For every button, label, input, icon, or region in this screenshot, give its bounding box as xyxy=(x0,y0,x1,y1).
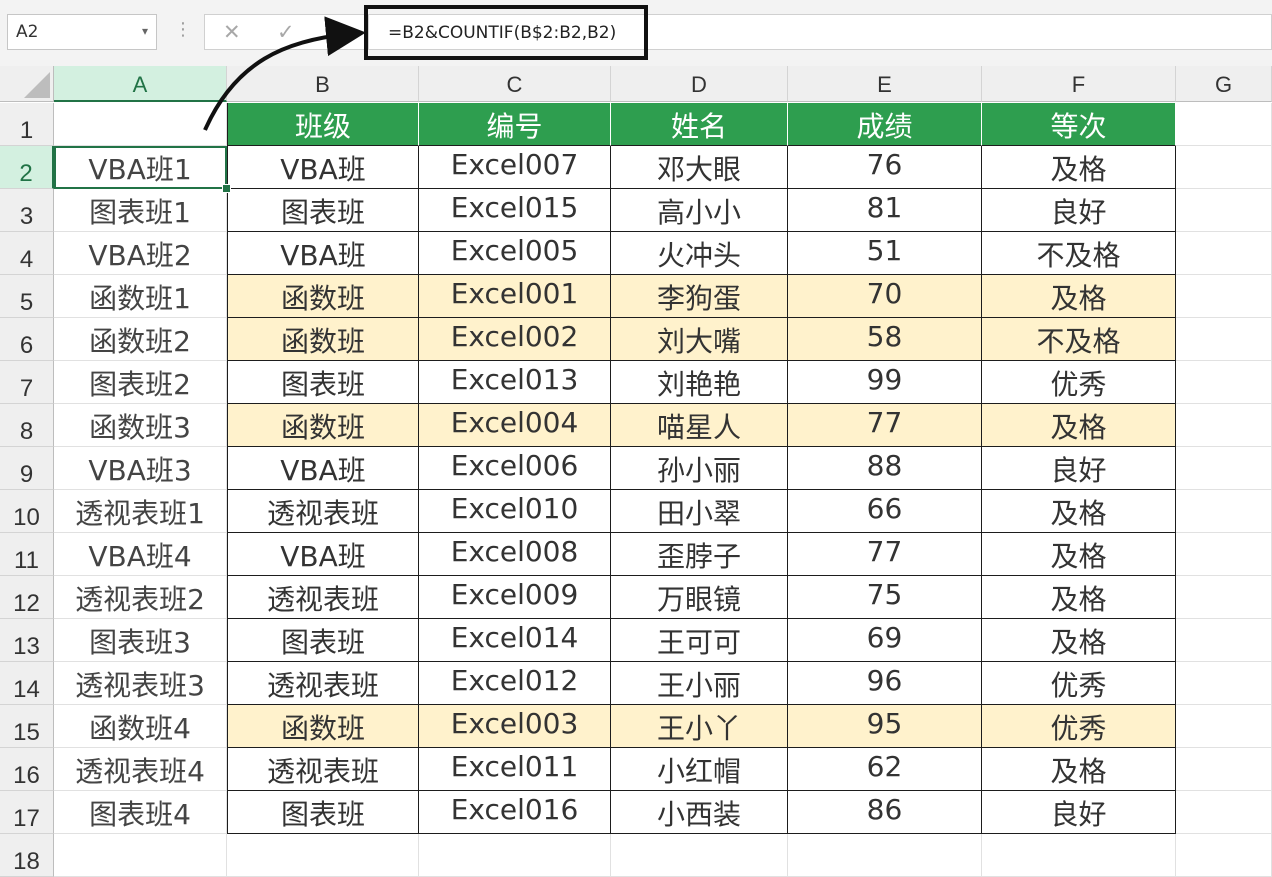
annotation-arrow xyxy=(203,16,366,131)
